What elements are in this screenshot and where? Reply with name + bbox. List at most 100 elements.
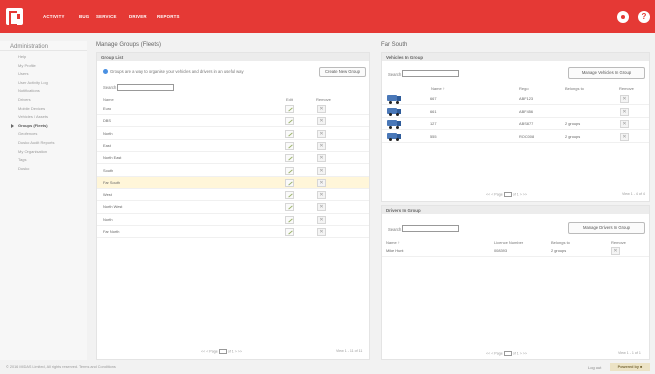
group-row[interactable]: Euro ✕ [97,103,369,116]
remove-icon[interactable]: ✕ [317,178,326,187]
group-name: Euro [103,106,112,111]
remove-icon[interactable]: ✕ [317,141,326,150]
edit-icon[interactable] [285,166,294,175]
vehicles-column-name[interactable]: Name ↑ [431,86,445,91]
truck-icon [387,107,401,116]
column-name[interactable]: Name [103,97,114,102]
pager-page-label: Page [209,349,218,354]
remove-icon[interactable]: ✕ [317,105,326,113]
group-name: East [103,142,111,148]
edit-icon[interactable] [285,178,294,187]
pager-of: of 1 [512,351,519,356]
group-row[interactable]: West ✕ [97,189,369,202]
pager-next[interactable]: > >> [235,349,242,353]
edit-icon[interactable] [285,154,294,163]
remove-icon[interactable]: ✕ [317,228,326,236]
remove-icon[interactable]: ✕ [317,191,326,200]
pager-page-input[interactable] [218,349,227,354]
group-row[interactable]: East ✕ [97,140,369,153]
logout-link[interactable]: Log out [588,365,601,370]
vehicle-rego: ABF123 [519,96,534,101]
nav-activity[interactable]: ACTIVITY [43,14,65,19]
sidebar-item-mobile-devices[interactable]: Mobile Devices [0,105,87,114]
pager-page-input[interactable] [503,192,512,197]
edit-icon[interactable] [285,215,294,224]
group-row[interactable]: South ✕ [97,165,369,177]
edit-icon[interactable] [285,228,294,236]
edit-icon[interactable] [285,141,294,150]
help-icon[interactable]: ? [638,11,650,23]
vehicle-row[interactable]: 667 ABF123 ✕ [382,93,649,106]
vehicle-row[interactable]: 127 ABS877 2 groups ✕ [382,118,649,131]
sidebar-item-drivers[interactable]: Drivers [0,96,87,105]
edit-icon[interactable] [285,129,294,138]
pager-of: of 1 [227,349,234,354]
remove-icon[interactable]: ✕ [620,107,629,116]
remove-icon[interactable]: ✕ [317,129,326,138]
pager-next[interactable]: > >> [520,351,527,355]
remove-icon[interactable]: ✕ [317,117,326,126]
remove-icon[interactable]: ✕ [317,154,326,163]
pager-page-input[interactable] [503,351,512,356]
top-navigation-bar: ACTIVITY BUG SERVICE DRIVER REPORTS ? [0,0,655,33]
sidebar-item-audit-reports[interactable]: Dusko Audit Reports [0,139,87,148]
driver-belongs-to[interactable]: 2 groups [551,248,566,253]
edit-icon[interactable] [285,117,294,126]
remove-icon[interactable]: ✕ [611,247,620,255]
sidebar-item-notifications[interactable]: Notifications [0,87,87,96]
remove-icon[interactable]: ✕ [317,166,326,175]
sidebar-item-user-activity-log[interactable]: User Activity Log [0,79,87,88]
sidebar-item-tags[interactable]: Tags [0,156,87,165]
remove-icon[interactable]: ✕ [620,120,629,128]
nav-reports[interactable]: REPORTS [157,14,180,19]
group-row[interactable]: DBS ✕ [97,115,369,128]
group-row[interactable]: North East ✕ [97,152,369,165]
sidebar-item-my-organisation[interactable]: My Organisation [0,148,87,157]
vehicle-belongs-to[interactable]: 2 groups [565,134,580,139]
group-row[interactable]: Far South ✕ [97,176,369,189]
drivers-search-input[interactable] [402,225,459,232]
edit-icon[interactable] [285,191,294,200]
pager-next[interactable]: > >> [520,192,527,196]
vehicle-belongs-to[interactable]: 2 groups [565,121,580,126]
vehicle-row[interactable]: 661 ABF456 ✕ [382,106,649,118]
vehicle-rego: ROC008 [519,133,535,139]
sidebar-item-groups-fleets[interactable]: Groups (Fleets) [0,122,87,131]
sidebar-item-help[interactable]: Help [0,53,87,62]
nav-driver[interactable]: DRIVER [129,14,147,19]
group-search-input[interactable] [117,84,174,91]
group-row[interactable]: North ✕ [97,214,369,226]
pager-prev[interactable]: << < [486,192,493,196]
vehicle-name: 127 [430,121,437,126]
vehicles-search-input[interactable] [402,70,459,77]
edit-icon[interactable] [285,203,294,212]
pager-prev[interactable]: << < [201,349,208,353]
edit-icon[interactable] [285,105,294,113]
nav-bug[interactable]: BUG [79,14,89,19]
pager-prev[interactable]: << < [486,351,493,355]
vehicles-header: Vehicles In Group [382,53,649,61]
nav-service[interactable]: SERVICE [96,14,117,19]
sidebar-item-my-profile[interactable]: My Profile [0,62,87,71]
group-name: DBS [103,118,111,124]
create-new-group-button[interactable]: Create New Group [319,67,366,77]
remove-icon[interactable]: ✕ [317,215,326,224]
brand-logo[interactable] [6,8,23,26]
group-row[interactable]: North ✕ [97,128,369,140]
group-row[interactable]: North West ✕ [97,201,369,214]
sidebar-item-geofences[interactable]: Geofences [0,130,87,139]
remove-icon[interactable]: ✕ [620,132,629,141]
drivers-panel: Drivers In Group Search Manage Drivers I… [381,205,650,360]
driver-row[interactable]: Mike Hunt 008393 2 groups ✕ [382,245,649,258]
remove-icon[interactable]: ✕ [317,203,326,212]
sidebar-item-users[interactable]: Users [0,70,87,79]
group-row[interactable]: Far North ✕ [97,226,369,239]
settings-gear-icon[interactable] [617,11,629,23]
sidebar-item-vehicles-assets[interactable]: Vehicles / Assets [0,113,87,122]
vehicle-row[interactable]: 555 ROC008 2 groups ✕ [382,131,649,143]
remove-icon[interactable]: ✕ [620,95,629,103]
manage-vehicles-button[interactable]: Manage Vehicles In Group [568,67,645,79]
sidebar-item-dusko[interactable]: Dusko [0,165,87,174]
powered-by-badge: Powered by ■ [610,363,650,371]
manage-drivers-button[interactable]: Manage Drivers In Group [568,222,645,234]
